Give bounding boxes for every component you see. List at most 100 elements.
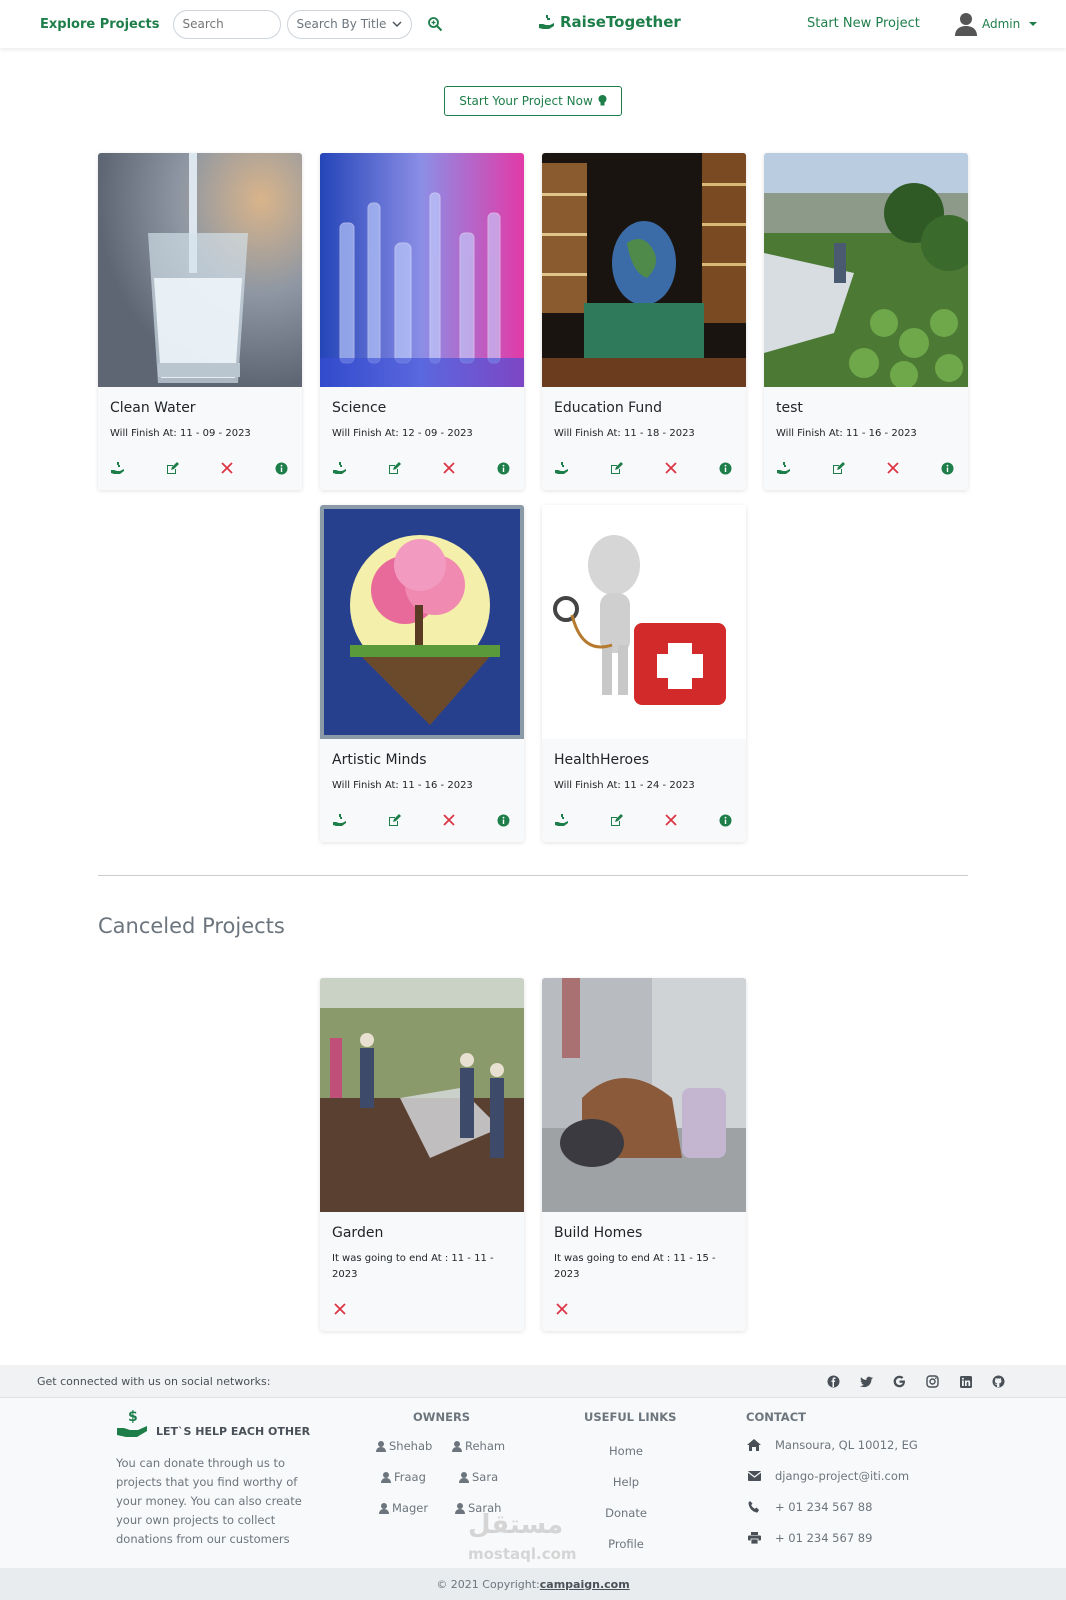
contact-email: django-project@iti.com — [746, 1469, 909, 1483]
donate-icon[interactable] — [332, 460, 348, 476]
project-title[interactable]: HealthHeroes — [554, 752, 734, 774]
copyright-link[interactable]: campaign.com — [540, 1578, 630, 1591]
project-end-date: Will Finish At: 11 - 09 - 2023 — [110, 428, 251, 439]
project-end-date: It was going to end At : 11 - 15 - 2023 — [554, 1253, 716, 1280]
edit-icon[interactable] — [165, 460, 181, 476]
project-title[interactable]: test — [776, 400, 956, 422]
facebook-icon[interactable] — [826, 1374, 841, 1389]
social-bar: Get connected with us on social networks… — [0, 1365, 1066, 1398]
user-icon — [376, 1440, 386, 1452]
owner-item[interactable]: Reham — [452, 1439, 505, 1453]
footer-link-donate[interactable]: Donate — [586, 1506, 666, 1520]
owner-item[interactable]: Mager — [379, 1501, 428, 1515]
phone-text: + 01 234 567 88 — [775, 1500, 873, 1514]
instagram-icon[interactable] — [925, 1374, 940, 1389]
fax-text: + 01 234 567 89 — [775, 1531, 873, 1545]
owners-heading: OWNERS — [413, 1410, 471, 1424]
donate-hand-icon — [539, 15, 554, 29]
footer-link-help[interactable]: Help — [586, 1475, 666, 1489]
github-icon[interactable] — [991, 1374, 1006, 1389]
google-icon[interactable] — [892, 1374, 907, 1389]
project-title[interactable]: Science — [332, 400, 512, 422]
owner-item[interactable]: Sara — [459, 1470, 498, 1484]
project-card[interactable]: HealthHeroes Will Finish At: 11 - 24 - 2… — [542, 505, 746, 842]
copyright-text: © 2021 Copyright: — [436, 1577, 540, 1591]
info-icon[interactable] — [940, 460, 956, 476]
project-card[interactable]: test Will Finish At: 11 - 16 - 2023 — [764, 153, 968, 490]
donate-icon[interactable] — [776, 460, 792, 476]
user-icon — [452, 1440, 462, 1452]
copyright-bar: © 2021 Copyright: campaign.com — [0, 1568, 1066, 1600]
search-by-value: Search By Title — [296, 17, 387, 31]
donate-icon[interactable] — [554, 812, 570, 828]
edit-icon[interactable] — [831, 460, 847, 476]
footer-link-profile[interactable]: Profile — [586, 1537, 666, 1551]
owner-name: Fraag — [394, 1470, 426, 1484]
project-end-date: Will Finish At: 11 - 16 - 2023 — [776, 428, 917, 439]
cancel-icon[interactable] — [219, 460, 235, 476]
owner-name: Reham — [465, 1439, 506, 1453]
cancel-icon[interactable] — [441, 460, 457, 476]
brand-name: RaiseTogether — [560, 13, 681, 31]
envelope-icon — [746, 1469, 762, 1483]
caret-down-icon — [1029, 22, 1038, 26]
canceled-project-card[interactable]: Build Homes It was going to end At : 11 … — [542, 978, 746, 1331]
search-input[interactable] — [172, 9, 281, 39]
home-icon — [746, 1438, 762, 1452]
footer-description: You can donate through us to projects th… — [116, 1456, 302, 1546]
cancel-icon[interactable] — [332, 1301, 348, 1317]
project-card[interactable]: Artistic Minds Will Finish At: 11 - 16 -… — [320, 505, 524, 842]
edit-icon[interactable] — [609, 812, 625, 828]
project-title[interactable]: Artistic Minds — [332, 752, 512, 774]
project-image-garden — [320, 978, 524, 1212]
user-icon — [459, 1471, 469, 1483]
project-end-date: Will Finish At: 11 - 16 - 2023 — [332, 780, 473, 791]
canceled-project-card[interactable]: Garden It was going to end At : 11 - 11 … — [320, 978, 524, 1331]
email-text: django-project@iti.com — [775, 1469, 910, 1483]
phone-icon — [746, 1500, 762, 1514]
info-icon[interactable] — [496, 812, 512, 828]
brand-logo[interactable]: RaiseTogether — [538, 13, 681, 31]
cancel-icon[interactable] — [885, 460, 901, 476]
project-title[interactable]: Clean Water — [110, 400, 290, 422]
edit-icon[interactable] — [387, 460, 403, 476]
svg-text:$: $ — [128, 1409, 138, 1425]
donate-icon[interactable] — [332, 812, 348, 828]
address-text: Mansoura, QL 10012, EG — [775, 1438, 918, 1452]
project-title[interactable]: Garden — [332, 1225, 512, 1247]
info-icon[interactable] — [496, 460, 512, 476]
search-by-select[interactable]: Search By Title — [286, 9, 412, 39]
start-new-project-link[interactable]: Start New Project — [807, 16, 920, 31]
footer-link-home[interactable]: Home — [586, 1444, 666, 1458]
linkedin-icon[interactable] — [958, 1374, 973, 1389]
info-icon[interactable] — [274, 460, 290, 476]
twitter-icon[interactable] — [859, 1374, 874, 1389]
chevron-down-icon — [392, 21, 402, 27]
project-title[interactable]: Education Fund — [554, 400, 734, 422]
project-card[interactable]: Science Will Finish At: 12 - 09 - 2023 — [320, 153, 524, 490]
project-card[interactable]: Clean Water Will Finish At: 11 - 09 - 20… — [98, 153, 302, 490]
edit-icon[interactable] — [609, 460, 625, 476]
info-icon[interactable] — [718, 812, 734, 828]
cancel-icon[interactable] — [554, 1301, 570, 1317]
explore-projects-link[interactable]: Explore Projects — [40, 17, 160, 32]
project-end-date: Will Finish At: 12 - 09 - 2023 — [332, 428, 473, 439]
owner-item[interactable]: Shehab — [376, 1439, 432, 1453]
cancel-icon[interactable] — [663, 460, 679, 476]
search-icon[interactable] — [424, 13, 446, 35]
donate-icon[interactable] — [110, 460, 126, 476]
edit-icon[interactable] — [387, 812, 403, 828]
owner-item[interactable]: Fraag — [381, 1470, 426, 1484]
start-project-button[interactable]: Start Your Project Now — [444, 86, 622, 116]
watermark-url: mostaql.com — [468, 1545, 577, 1563]
project-card[interactable]: Education Fund Will Finish At: 11 - 18 -… — [542, 153, 746, 490]
user-menu[interactable]: Admin — [955, 12, 1038, 36]
project-title[interactable]: Build Homes — [554, 1225, 734, 1247]
donate-icon[interactable] — [554, 460, 570, 476]
info-icon[interactable] — [718, 460, 734, 476]
owner-name: Sara — [472, 1470, 499, 1484]
cancel-icon[interactable] — [663, 812, 679, 828]
project-image-build-homes — [542, 978, 746, 1212]
cancel-icon[interactable] — [441, 812, 457, 828]
project-image-science — [320, 153, 524, 387]
